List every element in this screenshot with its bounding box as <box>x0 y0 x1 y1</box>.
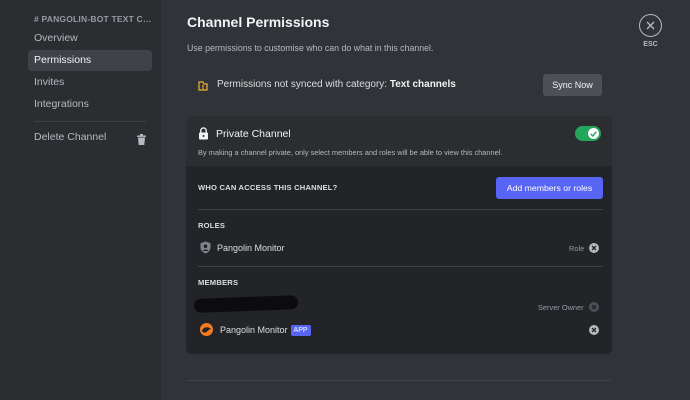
sidebar-item-label: Integrations <box>34 98 89 110</box>
member-name: Pangolin Monitor APP <box>220 325 311 336</box>
close-icon <box>591 304 597 310</box>
role-type: Role <box>569 244 585 253</box>
sidebar-item-label: Invites <box>34 76 65 88</box>
channel-name-header: # PANGOLIN-BOT TEXT CH... <box>34 14 156 24</box>
close-button[interactable] <box>639 14 662 37</box>
access-section: WHO CAN ACCESS THIS CHANNEL? Add members… <box>186 166 612 354</box>
sidebar-item-label: Permissions <box>34 54 92 66</box>
close-icon <box>646 21 655 30</box>
redacted-member-name <box>193 295 299 313</box>
member-name-text: Pangolin Monitor <box>220 325 288 335</box>
remove-member-button-disabled <box>589 302 599 312</box>
delete-channel-button[interactable]: Delete Channel <box>28 127 152 148</box>
member-role: Server Owner <box>538 303 584 312</box>
member-row: Server Owner <box>186 294 612 314</box>
main-content: Channel Permissions Use permissions to c… <box>161 0 690 400</box>
member-row: Pangolin Monitor APP <box>186 320 612 340</box>
role-row: Pangolin Monitor Role <box>186 238 612 258</box>
sidebar-item-label: Overview <box>34 32 78 44</box>
access-label: WHO CAN ACCESS THIS CHANNEL? <box>198 183 338 192</box>
roles-label: ROLES <box>198 221 226 230</box>
sidebar: # PANGOLIN-BOT TEXT CH... Overview Permi… <box>0 0 161 400</box>
remove-role-button[interactable] <box>589 243 599 253</box>
sync-status-prefix: Permissions not synced with category: <box>217 79 390 90</box>
close-icon <box>591 245 597 251</box>
private-channel-panel: Private Channel By making a channel priv… <box>186 116 612 354</box>
role-name: Pangolin Monitor <box>217 243 285 253</box>
private-channel-toggle[interactable] <box>575 126 601 141</box>
lock-icon <box>198 127 209 140</box>
delete-channel-label: Delete Channel <box>34 131 107 143</box>
sidebar-item-overview[interactable]: Overview <box>28 28 152 49</box>
sidebar-item-invites[interactable]: Invites <box>28 72 152 93</box>
sync-notice: Permissions not synced with category: Te… <box>197 74 603 98</box>
sidebar-divider <box>34 121 146 122</box>
page-description: Use permissions to customise who can do … <box>187 43 434 53</box>
role-shield-icon <box>200 241 211 259</box>
toggle-knob <box>588 128 599 139</box>
pangolin-icon <box>202 327 211 333</box>
remove-member-button[interactable] <box>589 325 599 335</box>
esc-label: ESC <box>643 41 658 48</box>
bottom-divider <box>186 380 612 381</box>
private-channel-title: Private Channel <box>216 128 291 140</box>
sidebar-item-permissions[interactable]: Permissions <box>28 50 152 71</box>
page-title: Channel Permissions <box>187 14 330 30</box>
sync-status-text: Permissions not synced with category: Te… <box>217 79 456 90</box>
divider <box>198 209 603 210</box>
close-icon <box>591 327 597 333</box>
sync-category-name: Text channels <box>389 79 456 90</box>
divider <box>198 266 603 267</box>
trash-icon <box>137 132 146 145</box>
unsynced-icon <box>197 79 209 91</box>
check-icon <box>590 130 597 137</box>
pangolin-avatar <box>200 323 213 336</box>
private-channel-description: By making a channel private, only select… <box>198 148 503 157</box>
sidebar-item-integrations[interactable]: Integrations <box>28 94 152 115</box>
app-badge: APP <box>290 325 311 336</box>
members-label: MEMBERS <box>198 278 239 287</box>
add-members-roles-button[interactable]: Add members or roles <box>496 177 603 199</box>
close-control: ESC <box>639 14 663 48</box>
sync-now-button[interactable]: Sync Now <box>543 74 602 96</box>
